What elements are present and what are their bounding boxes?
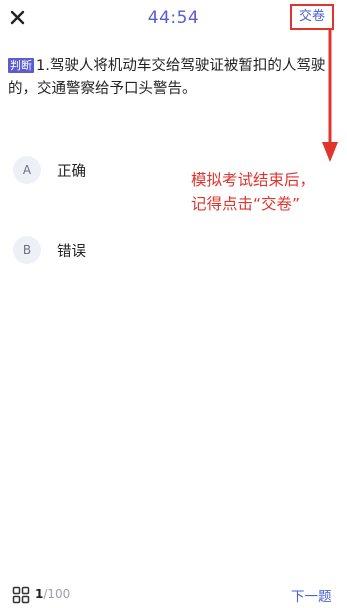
question-grid-button[interactable] xyxy=(12,586,30,604)
next-question-button[interactable]: 下一题 xyxy=(291,585,332,605)
submit-exam-button[interactable]: 交卷 xyxy=(290,4,334,30)
option-letter: A xyxy=(13,156,41,184)
option-label: 正确 xyxy=(57,163,86,180)
question-type-badge: 判断 xyxy=(8,58,34,73)
question-progress: 1/100 xyxy=(35,587,70,601)
question-text: 1.驾驶人将机动车交给驾驶证被暂扣的人驾驶的，交通警察给予口头警告。 xyxy=(8,58,326,97)
question-stem: 判断 1.驾驶人将机动车交给驾驶证被暂扣的人驾驶的，交通警察给予口头警告。 xyxy=(8,55,330,101)
hint-line-1: 模拟考试结束后， xyxy=(191,171,316,189)
option-b[interactable]: B 错误 xyxy=(13,235,86,265)
option-a[interactable]: A 正确 xyxy=(13,155,86,185)
option-label: 错误 xyxy=(57,243,86,260)
total-questions: /100 xyxy=(43,587,71,601)
submit-hint-annotation: 模拟考试结束后， 记得点击“交卷” xyxy=(191,168,341,216)
grid-icon xyxy=(12,586,30,604)
hint-line-2: 记得点击“交卷” xyxy=(191,195,301,213)
option-letter: B xyxy=(13,236,41,264)
